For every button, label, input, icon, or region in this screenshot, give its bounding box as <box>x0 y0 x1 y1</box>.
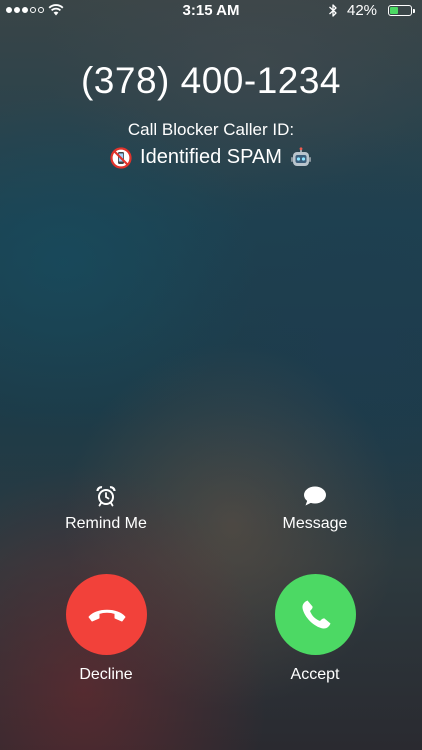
battery-icon <box>388 5 415 16</box>
decline-button[interactable] <box>66 574 147 655</box>
alarm-clock-icon <box>96 486 116 507</box>
wallpaper-background <box>0 0 422 750</box>
phone-icon <box>301 600 330 629</box>
phone-down-icon <box>88 609 125 621</box>
remind-me-label: Remind Me <box>65 515 147 532</box>
bluetooth-icon <box>329 4 337 17</box>
status-bar: 3:15 AM 42% <box>0 0 422 22</box>
speech-bubble-icon <box>304 486 326 506</box>
battery-level-fill <box>390 7 398 14</box>
remind-me-button[interactable]: Remind Me <box>26 485 186 533</box>
message-button[interactable]: Message <box>235 485 395 533</box>
caller-id-status: Identified SPAM <box>0 146 422 169</box>
caller-number: (378) 400-1234 <box>80 60 342 101</box>
robot-icon <box>290 146 311 166</box>
accept-label: Accept <box>290 666 340 683</box>
caller-id-label: Call Blocker Caller ID: <box>127 120 295 139</box>
decline-label: Decline <box>79 666 133 683</box>
caller-status-text: Identified SPAM <box>140 146 282 168</box>
accept-button[interactable] <box>275 574 356 655</box>
no-phone-icon <box>110 146 132 169</box>
battery-percentage: 42% <box>347 2 378 19</box>
message-label: Message <box>282 515 348 532</box>
